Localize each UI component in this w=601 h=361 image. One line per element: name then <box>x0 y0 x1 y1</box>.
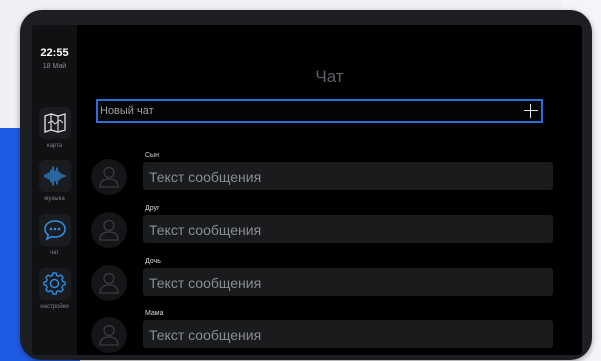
screen: 22:55 18 Май карта музыка чат настройки … <box>32 25 582 355</box>
sidebar-item-label: карта <box>46 143 63 149</box>
sidebar-item-settings[interactable]: настройки <box>32 268 77 310</box>
avatar <box>91 317 127 353</box>
message-bubble: Текст сообщения <box>143 268 553 296</box>
date: 18 Май <box>42 63 67 70</box>
message-bubble: Текст сообщения <box>143 320 553 348</box>
user-icon <box>99 272 119 294</box>
sender-name: Сын <box>145 152 159 159</box>
message-text: Текст сообщения <box>149 327 262 343</box>
add-chat-button[interactable] <box>523 103 539 119</box>
sound-wave-icon <box>38 160 71 192</box>
user-icon <box>99 219 119 241</box>
map-icon <box>38 107 71 139</box>
message-text: Текст сообщения <box>149 169 262 185</box>
gear-icon <box>38 268 71 300</box>
sidebar-item-chat[interactable]: чат <box>32 214 77 256</box>
sender-name: Мама <box>145 310 164 317</box>
sidebar: 22:55 18 Май карта музыка чат настройки <box>32 25 77 355</box>
new-chat-field[interactable]: Новый чат <box>96 99 543 123</box>
user-icon <box>99 324 119 346</box>
sidebar-item-map[interactable]: карта <box>32 107 77 149</box>
message-text: Текст сообщения <box>149 275 262 291</box>
sidebar-item-music[interactable]: музыка <box>32 160 77 202</box>
sender-name: Друг <box>145 205 160 212</box>
avatar <box>91 159 127 195</box>
user-icon <box>99 166 119 188</box>
device-frame: 22:55 18 Май карта музыка чат настройки … <box>20 10 592 360</box>
list-item[interactable]: Дочь Текст сообщения <box>91 258 553 302</box>
sender-name: Дочь <box>145 258 161 265</box>
page-title: Чат <box>315 67 344 86</box>
message-bubble: Текст сообщения <box>143 162 553 190</box>
message-text: Текст сообщения <box>149 222 262 238</box>
list-item[interactable]: Мама Текст сообщения <box>91 310 553 354</box>
sidebar-item-label: настройки <box>40 304 69 310</box>
list-item[interactable]: Друг Текст сообщения <box>91 205 553 249</box>
sidebar-item-label: чат <box>49 250 60 256</box>
new-chat-label: Новый чат <box>100 105 154 117</box>
avatar <box>91 265 127 301</box>
avatar <box>91 212 127 248</box>
chat-icon <box>38 214 71 246</box>
sidebar-item-label: музыка <box>44 196 65 202</box>
clock: 22:55 <box>40 47 69 59</box>
message-bubble: Текст сообщения <box>143 215 553 243</box>
list-item[interactable]: Сын Текст сообщения <box>91 152 553 196</box>
